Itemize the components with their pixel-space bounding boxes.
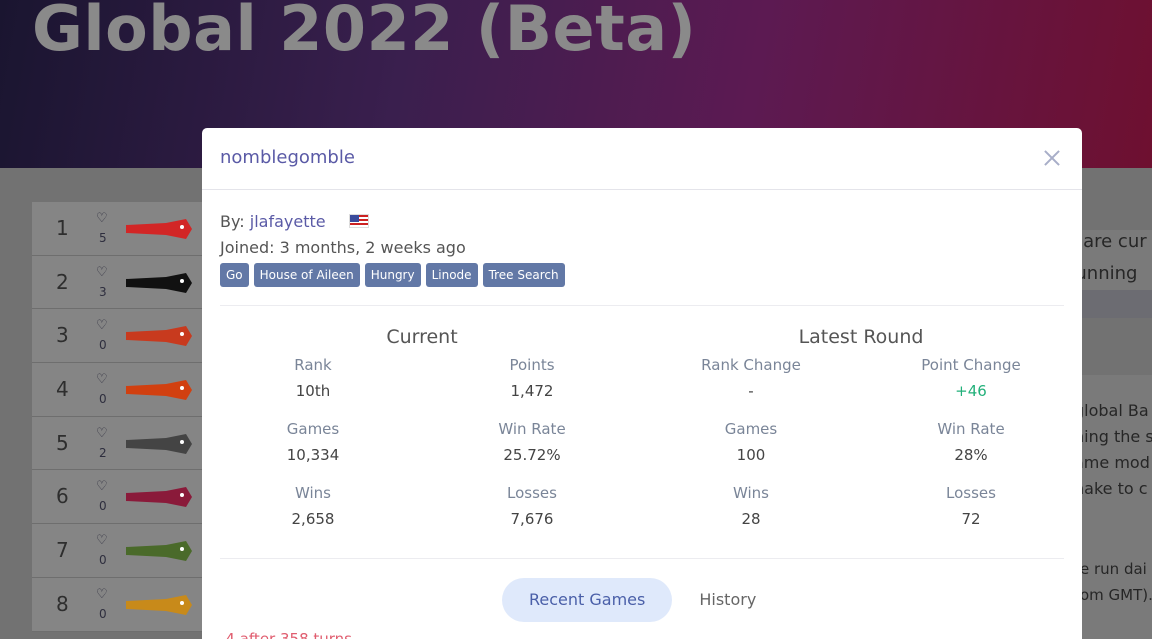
modal-tabs: Recent Games History <box>502 578 783 622</box>
heart-icon[interactable]: ♡ <box>96 373 110 387</box>
heart-icon[interactable]: ♡ <box>96 426 110 441</box>
close-icon[interactable] <box>1038 144 1066 172</box>
leaderboard-rank: 2 <box>56 269 69 294</box>
snake-avatar-icon <box>126 272 192 293</box>
leaderboard-rank: 6 <box>56 484 69 509</box>
heart-icon[interactable]: ♡ <box>96 212 110 226</box>
heart-icon[interactable]: ♡ <box>96 265 110 280</box>
stat-points: Points 1,472 <box>509 356 555 400</box>
leaderboard-row[interactable]: 8 ♡ 0 <box>32 577 212 632</box>
stat-round-wins: Wins 28 <box>733 484 769 528</box>
leaderboard-rank: 4 <box>56 377 69 402</box>
snake-avatar-icon <box>126 541 192 562</box>
divider <box>220 558 1064 559</box>
stat-losses: Losses 7,676 <box>507 484 557 528</box>
tag-hungry[interactable]: Hungry <box>364 263 421 287</box>
heart-icon[interactable]: ♡ <box>96 319 110 333</box>
page-title: Global 2022 (Beta) <box>32 0 697 65</box>
stat-point-change: Point Change +46 <box>921 356 1021 400</box>
tab-recent-games[interactable]: Recent Games <box>502 578 673 622</box>
like-count: 0 <box>99 606 107 621</box>
tag-list: Go House of Aileen Hungry Linode Tree Se… <box>220 263 565 287</box>
heart-icon[interactable]: ♡ <box>96 534 110 548</box>
leaderboard-row[interactable]: 5 ♡ 2 <box>32 416 212 471</box>
stat-rank-change: Rank Change - <box>701 356 801 400</box>
leaderboard-row[interactable]: 3 ♡ 0 <box>32 309 212 364</box>
heart-icon[interactable]: ♡ <box>96 587 110 602</box>
like-count: 5 <box>99 231 107 245</box>
author-link[interactable]: jlafayette <box>250 212 326 231</box>
modal-title[interactable]: nomblegomble <box>220 147 355 168</box>
like-count: 0 <box>99 499 107 514</box>
latest-round-heading: Latest Round <box>798 326 924 348</box>
snake-avatar-icon <box>126 219 192 239</box>
stat-wins: Wins 2,658 <box>291 484 335 528</box>
like-count: 0 <box>99 553 107 568</box>
leaderboard-row[interactable]: 1 ♡ 5 <box>32 202 212 256</box>
joined-text: Joined: 3 months, 2 weeks ago <box>220 238 466 257</box>
current-heading: Current <box>386 326 458 348</box>
leaderboard-row[interactable]: 7 ♡ 0 <box>32 524 212 578</box>
like-count: 3 <box>99 284 107 299</box>
leaderboard-row[interactable]: 6 ♡ 0 <box>32 470 212 525</box>
snake-avatar-icon <box>126 326 192 347</box>
side-info-text: global Ba hing the s ame mod nake to c <box>1074 401 1152 498</box>
snake-avatar-icon <box>126 380 192 401</box>
stat-win-rate: Win Rate 25.72% <box>498 420 566 464</box>
tag-linode[interactable]: Linode <box>425 263 478 287</box>
snake-avatar-icon <box>126 594 192 615</box>
recent-game-result[interactable]: -4 after 358 turns <box>220 630 352 639</box>
tag-go[interactable]: Go <box>220 263 249 287</box>
author-line: By: jlafayette <box>220 212 369 231</box>
leaderboard-rank: 7 <box>56 538 69 563</box>
tag-tree-search[interactable]: Tree Search <box>482 263 565 287</box>
leaderboard-row[interactable]: 2 ♡ 3 <box>32 255 212 310</box>
snake-avatar-icon <box>126 433 192 454</box>
leaderboard-rank: 3 <box>56 323 69 348</box>
stat-games: Games 10,334 <box>286 420 340 464</box>
stat-round-games: Games 100 <box>724 420 778 464</box>
divider <box>220 305 1064 306</box>
tab-history[interactable]: History <box>672 578 783 622</box>
stat-round-losses: Losses 72 <box>946 484 996 528</box>
leaderboard-rank: 1 <box>56 216 69 240</box>
like-count: 2 <box>99 445 107 460</box>
snake-avatar-icon <box>126 487 192 508</box>
us-flag-icon <box>348 214 369 228</box>
tag-house-of-aileen[interactable]: House of Aileen <box>253 263 360 287</box>
side-schedule-text: e run dai om GMT). <box>1080 560 1152 604</box>
like-count: 0 <box>99 392 107 407</box>
modal-header: nomblegomble <box>202 128 1082 190</box>
heart-icon[interactable]: ♡ <box>96 480 110 494</box>
like-count: 0 <box>99 338 107 353</box>
leaderboard: 1 ♡ 5 2 ♡ 3 3 ♡ 0 4 ♡ 0 5 ♡ 2 6 ♡ 0 7 ♡ 0 8 ♡ 0 <box>32 202 212 632</box>
stat-rank: Rank 10th <box>294 356 332 400</box>
stat-round-win-rate: Win Rate 28% <box>937 420 1005 464</box>
leaderboard-row[interactable]: 4 ♡ 0 <box>32 363 212 417</box>
snake-profile-modal: nomblegomble By: jlafayette Joined: 3 mo… <box>202 128 1082 639</box>
leaderboard-rank: 5 <box>56 430 69 455</box>
leaderboard-rank: 8 <box>56 591 69 616</box>
